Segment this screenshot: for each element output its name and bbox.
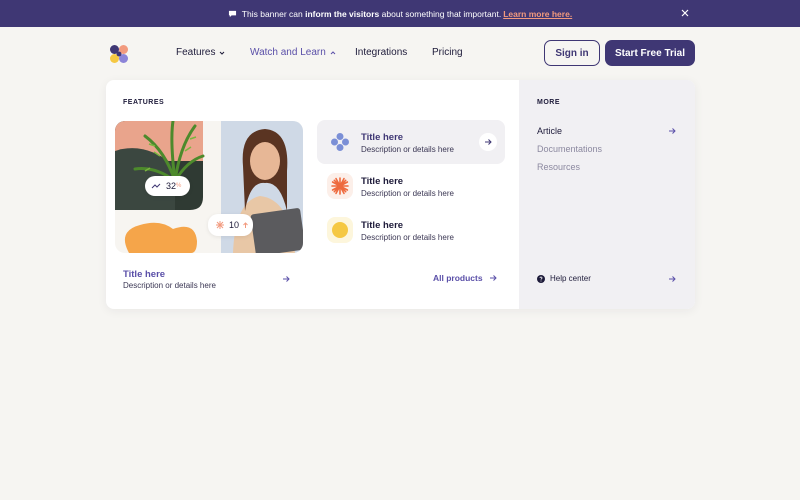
arrow-right-icon[interactable] — [668, 127, 676, 135]
help-center-link[interactable]: Help center — [537, 274, 591, 283]
nav-integrations[interactable]: Integrations — [355, 47, 407, 58]
bottom-feature-desc: Description or details here — [123, 281, 216, 290]
trend-up-icon — [151, 183, 161, 189]
feature-card-2-title: Title here — [361, 176, 404, 187]
feature-card-2[interactable]: Title here Description or details here — [317, 164, 505, 208]
feature-card-1-desc: Description or details here — [361, 145, 454, 154]
growth-stat-badge: 32% — [145, 176, 190, 196]
feature-card-1-title: Title here — [361, 132, 404, 143]
help-icon — [537, 274, 545, 283]
feature-card-1-arrow[interactable] — [479, 133, 497, 151]
arrow-right-icon — [489, 275, 497, 281]
sun-icon — [327, 217, 353, 243]
arrow-right-icon[interactable] — [668, 275, 676, 283]
more-link-article[interactable]: Article — [537, 126, 562, 136]
count-stat-badge: 10 — [208, 214, 253, 236]
burst-icon — [327, 173, 353, 199]
sign-in-button[interactable]: Sign in — [544, 40, 600, 66]
count-stat-value: 10 — [229, 220, 240, 230]
help-center-label: Help center — [550, 274, 591, 283]
more-section-label: MORE — [537, 99, 560, 106]
all-products-link[interactable]: All products — [433, 273, 497, 283]
arrow-right-icon — [485, 139, 492, 145]
nav-watch-and-learn[interactable]: Watch and Learn — [250, 47, 336, 58]
nav-integrations-label: Integrations — [355, 47, 408, 58]
feature-card-3-title: Title here — [361, 220, 404, 231]
feature-card-3-desc: Description or details here — [361, 233, 454, 242]
features-section-label: FEATURES — [123, 99, 165, 106]
chevron-up-icon — [330, 50, 336, 54]
chevron-down-icon — [220, 51, 225, 55]
announcement-banner: This banner can inform the visitors abou… — [0, 0, 800, 27]
feature-hero-image: 32% 10 — [115, 121, 303, 253]
nav-features[interactable]: Features — [176, 47, 225, 58]
feature-card-2-desc: Description or details here — [361, 189, 454, 198]
arrow-right-icon[interactable] — [282, 275, 290, 283]
nav-pricing[interactable]: Pricing — [432, 47, 463, 58]
growth-stat-value: 32 — [166, 181, 177, 191]
bottom-feature-title[interactable]: Title here — [123, 269, 165, 280]
arrow-up-icon — [243, 221, 248, 228]
banner-text-after: about something that important. — [381, 8, 502, 19]
flower-icon — [327, 129, 353, 155]
banner-text-bold: inform the visitors — [305, 8, 380, 19]
nav-pricing-label: Pricing — [432, 47, 463, 58]
mega-menu-dropdown: FEATURES 32 % 10 Title here Description … — [106, 80, 695, 309]
nav-watch-label: Watch and Learn — [250, 47, 326, 58]
more-link-resources[interactable]: Resources — [537, 162, 580, 172]
feature-card-3[interactable]: Title here Description or details here — [317, 208, 505, 252]
feature-card-1[interactable]: Title here Description or details here — [317, 120, 505, 164]
all-products-label: All products — [433, 273, 483, 283]
hero-illustration — [115, 121, 303, 253]
growth-stat-unit: % — [176, 183, 182, 189]
more-link-documentations[interactable]: Documentations — [537, 144, 602, 154]
sparkle-icon — [216, 221, 224, 229]
chat-bubble-icon — [228, 10, 236, 17]
nav-features-label: Features — [176, 47, 216, 58]
close-icon[interactable] — [680, 8, 690, 18]
banner-text-before: This banner can — [241, 8, 303, 19]
brand-logo[interactable] — [109, 44, 129, 64]
banner-learn-more-link[interactable]: Learn more here. — [503, 9, 572, 19]
start-free-trial-button[interactable]: Start Free Trial — [605, 40, 695, 66]
